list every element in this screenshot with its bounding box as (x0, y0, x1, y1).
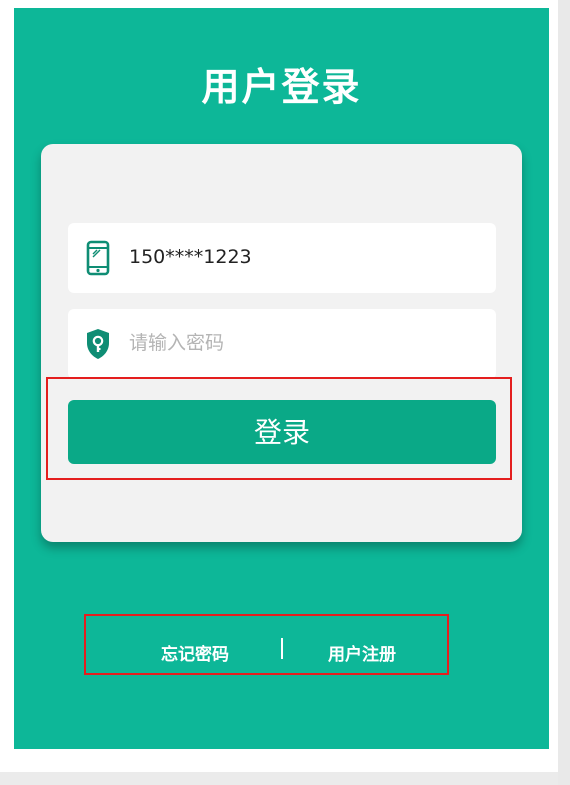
phone-field[interactable]: 150****1223 (68, 223, 496, 293)
register-link[interactable]: 用户注册 (328, 640, 396, 665)
password-field[interactable] (68, 309, 496, 379)
footer-links: 忘记密码 用户注册 (98, 622, 463, 683)
phone-value[interactable]: 150****1223 (129, 246, 252, 268)
page-title: 用户登录 (201, 65, 362, 109)
forgot-password-link[interactable]: 忘记密码 (161, 640, 229, 665)
mobile-phone-icon (84, 240, 112, 276)
login-screen: 用户登录 150****1223 登录 忘记密码 用户注册 (14, 8, 549, 749)
link-divider (281, 638, 283, 659)
shield-key-icon (84, 326, 112, 362)
scrollbar-gutter (558, 0, 570, 785)
login-card: 150****1223 登录 (41, 144, 522, 542)
login-button[interactable]: 登录 (68, 400, 496, 464)
password-input[interactable] (129, 327, 469, 359)
